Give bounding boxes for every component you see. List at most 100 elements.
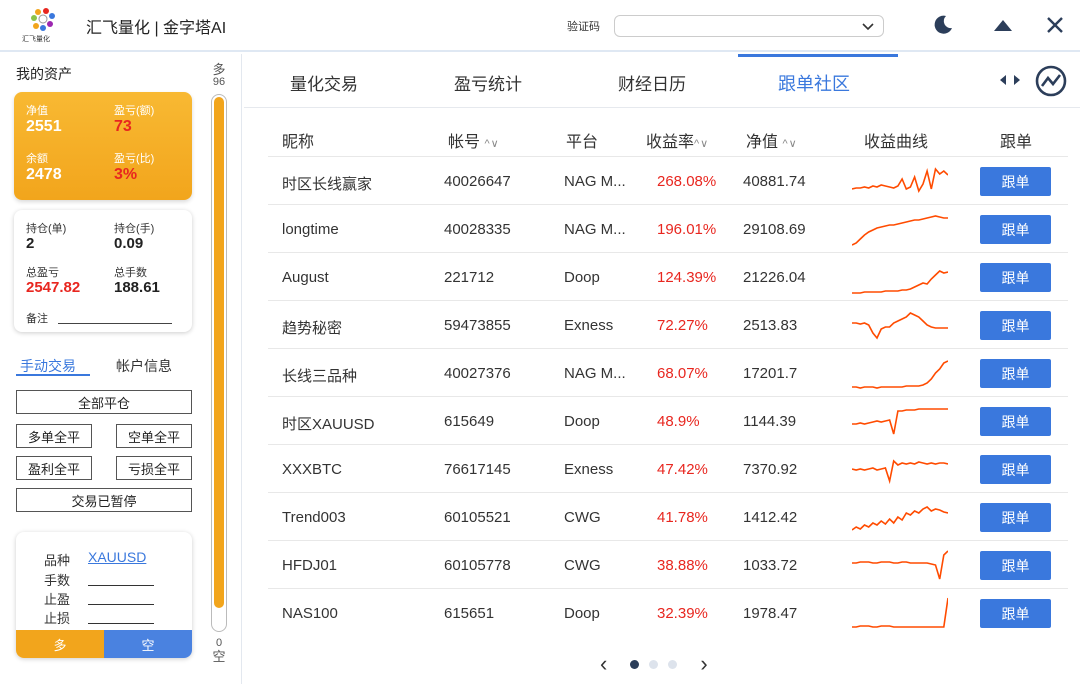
captcha-select[interactable] bbox=[614, 15, 884, 37]
moon-icon[interactable] bbox=[928, 10, 958, 40]
close-long-button[interactable]: 多单全平 bbox=[16, 424, 92, 448]
equity-curve bbox=[852, 597, 948, 628]
cell-account: 60105521 bbox=[444, 509, 511, 526]
cell-nickname: 长线三品种 bbox=[282, 368, 358, 385]
cell-platform: Exness bbox=[564, 461, 614, 478]
col-follow: 跟单 bbox=[1000, 134, 1033, 151]
follow-button[interactable]: 跟单 bbox=[980, 503, 1051, 532]
col-equity-label: 净值 bbox=[746, 134, 779, 151]
cell-equity: 1978.47 bbox=[743, 605, 798, 622]
equity-curve-line bbox=[852, 215, 948, 246]
close-icon[interactable] bbox=[1040, 10, 1070, 40]
sort-icon[interactable]: ^∨ bbox=[484, 138, 499, 150]
equity-curve bbox=[852, 506, 948, 531]
cell-nickname: 时区长线赢家 bbox=[282, 176, 373, 193]
table-row: 时区XAUUSD 615649 Doop 48.9% 1144.39 跟单 bbox=[268, 396, 1068, 444]
pager: ‹ › bbox=[600, 651, 708, 677]
col-account[interactable]: 帐号 ^∨ bbox=[448, 128, 500, 152]
take-profit-input[interactable] bbox=[88, 604, 154, 605]
cell-platform: NAG M... bbox=[564, 173, 626, 190]
stop-loss-input[interactable] bbox=[88, 623, 154, 624]
expand-arrows-icon[interactable] bbox=[996, 70, 1024, 90]
tab-quant-trade[interactable]: 量化交易 bbox=[290, 70, 358, 95]
tab-account-info[interactable]: 帐户信息 bbox=[116, 356, 172, 376]
cell-yield: 41.78% bbox=[657, 509, 708, 526]
assets-title: 我的资产 bbox=[16, 66, 72, 82]
col-platform: 平台 bbox=[566, 134, 599, 151]
page-dot[interactable] bbox=[649, 659, 659, 669]
close-short-button[interactable]: 空单全平 bbox=[116, 424, 192, 448]
close-loss-button[interactable]: 亏损全平 bbox=[116, 456, 192, 480]
sub-tab-underline bbox=[16, 374, 90, 376]
cell-platform: CWG bbox=[564, 557, 601, 574]
follow-button[interactable]: 跟单 bbox=[980, 167, 1051, 196]
balance-label: 余额 bbox=[26, 153, 48, 165]
col-nickname: 昵称 bbox=[282, 134, 315, 151]
cell-nickname: 时区XAUUSD bbox=[282, 416, 375, 433]
lots-input[interactable] bbox=[88, 585, 154, 586]
tab-pnl-stats[interactable]: 盈亏统计 bbox=[454, 70, 522, 95]
close-profit-button[interactable]: 盈利全平 bbox=[16, 456, 92, 480]
main-tabs: 量化交易 盈亏统计 财经日历 跟单社区 bbox=[244, 54, 1080, 108]
cell-platform: NAG M... bbox=[564, 221, 626, 238]
sell-button[interactable]: 空 bbox=[104, 630, 192, 658]
cell-platform: Doop bbox=[564, 269, 600, 286]
equity-curve bbox=[852, 360, 948, 389]
cell-yield: 38.88% bbox=[657, 557, 708, 574]
take-profit-label: 止盈 bbox=[44, 592, 71, 607]
net-value-label: 净值 bbox=[26, 105, 48, 117]
tab-manual-trade[interactable]: 手动交易 bbox=[20, 356, 76, 376]
sort-icon[interactable]: ^∨ bbox=[694, 138, 709, 150]
lots-value: 0.09 bbox=[114, 235, 144, 252]
prev-page-icon[interactable]: ‹ bbox=[600, 651, 607, 677]
symbol-label: 品种 bbox=[44, 553, 71, 568]
gauge-long-label: 多 bbox=[212, 62, 226, 77]
col-equity[interactable]: 净值 ^∨ bbox=[746, 128, 798, 152]
follow-button[interactable]: 跟单 bbox=[980, 359, 1051, 388]
next-page-icon[interactable]: › bbox=[700, 651, 707, 677]
cell-platform: NAG M... bbox=[564, 365, 626, 382]
remark-input[interactable] bbox=[58, 323, 172, 324]
follow-button[interactable]: 跟单 bbox=[980, 407, 1051, 436]
total-lots-value: 188.61 bbox=[114, 279, 160, 296]
collapse-up-icon[interactable] bbox=[988, 10, 1018, 40]
table-row: 趋势秘密 59473855 Exness 72.27% 2513.83 跟单 bbox=[268, 300, 1068, 348]
lots-label: 持仓(手) bbox=[114, 223, 155, 235]
cell-account: 40027376 bbox=[444, 365, 511, 382]
cell-yield: 72.27% bbox=[657, 317, 708, 334]
col-account-label: 帐号 bbox=[448, 134, 481, 151]
follow-button[interactable]: 跟单 bbox=[980, 215, 1051, 244]
cell-account: 60105778 bbox=[444, 557, 511, 574]
follow-button[interactable]: 跟单 bbox=[980, 551, 1051, 580]
cell-account: 221712 bbox=[444, 269, 495, 286]
buy-button[interactable]: 多 bbox=[16, 630, 104, 658]
close-all-button[interactable]: 全部平仓 bbox=[16, 390, 192, 414]
positions-label: 持仓(单) bbox=[26, 223, 67, 235]
follow-button[interactable]: 跟单 bbox=[980, 263, 1051, 292]
trading-paused-button[interactable]: 交易已暂停 bbox=[16, 488, 192, 512]
page-dot[interactable] bbox=[668, 659, 678, 669]
col-yield[interactable]: 收益率^∨ bbox=[646, 128, 709, 152]
cell-account: 615649 bbox=[444, 413, 495, 430]
cell-account: 615651 bbox=[444, 605, 495, 622]
total-pnl-value: 2547.82 bbox=[26, 279, 81, 296]
positions-value: 2 bbox=[26, 235, 35, 252]
sort-icon[interactable]: ^∨ bbox=[782, 138, 797, 150]
cell-equity: 2513.83 bbox=[743, 317, 798, 334]
trend-chart-icon[interactable] bbox=[1034, 64, 1068, 98]
page-dot[interactable] bbox=[630, 659, 640, 669]
equity-curve-line bbox=[852, 506, 948, 531]
follow-button[interactable]: 跟单 bbox=[980, 455, 1051, 484]
cell-nickname: NAS100 bbox=[282, 605, 338, 622]
cell-equity: 1033.72 bbox=[743, 557, 798, 574]
tab-copy-community[interactable]: 跟单社区 bbox=[778, 70, 850, 96]
table-row: XXXBTC 76617145 Exness 47.42% 7370.92 跟单 bbox=[268, 444, 1068, 492]
tab-econ-calendar[interactable]: 财经日历 bbox=[618, 70, 686, 95]
cell-equity: 1144.39 bbox=[743, 413, 797, 430]
equity-curve-line bbox=[852, 360, 948, 389]
cell-account: 76617145 bbox=[444, 461, 511, 478]
symbol-select[interactable]: XAUUSD bbox=[88, 549, 146, 565]
follow-button[interactable]: 跟单 bbox=[980, 311, 1051, 340]
follow-button[interactable]: 跟单 bbox=[980, 599, 1051, 628]
long-short-gauge bbox=[211, 94, 227, 632]
